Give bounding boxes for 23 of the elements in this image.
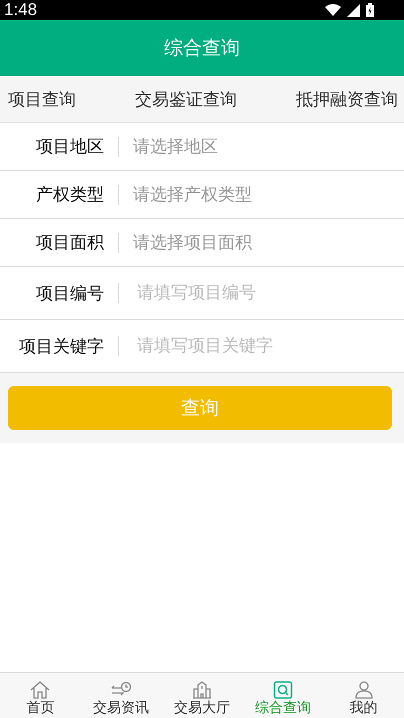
signal-icon [347,4,360,16]
search-icon [272,681,293,699]
field-label: 项目地区 [35,136,104,158]
field-label: 产权类型 [35,184,104,206]
battery-icon [366,3,374,17]
nav-item[interactable]: 交易大厅 [162,673,242,718]
home-icon [30,681,50,699]
nav-item[interactable]: 交易资讯 [80,673,162,718]
clock-time: 1:48 [4,0,38,20]
input-field[interactable]: 请填写项目关键字 [137,336,404,356]
input-field[interactable]: 请填写项目编号 [137,283,404,303]
field-label: 项目编号 [35,282,104,304]
field-label: 项目面积 [35,232,104,254]
building-icon [192,681,212,699]
field-label: 项目关键字 [18,336,104,358]
query-tab[interactable]: 交易鉴证查询 [135,88,237,110]
nav-item[interactable]: 我的 [323,673,404,718]
wifi-icon [325,4,341,16]
person-icon [354,681,374,699]
query-tab[interactable]: 抵押融资查询 [296,88,398,110]
nav-item[interactable]: 首页 [0,673,81,718]
query-tab[interactable]: 项目查询 [8,88,76,110]
page-title: 综合查询 [164,36,240,61]
